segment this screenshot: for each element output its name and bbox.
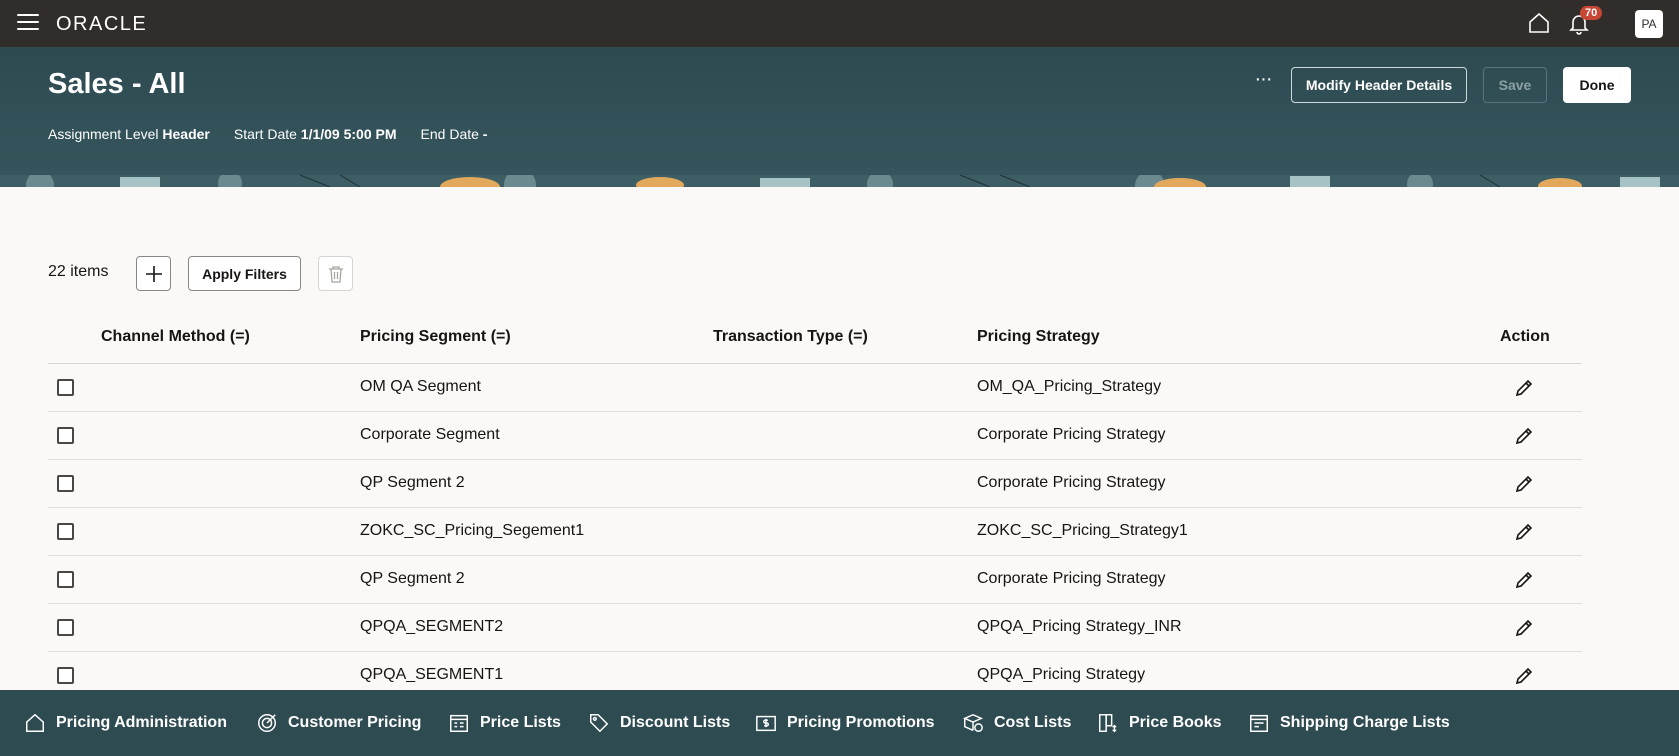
edit-icon[interactable] xyxy=(1514,570,1534,590)
nav-price-lists[interactable]: Price Lists xyxy=(448,712,561,734)
table-row[interactable]: QP Segment 2 Corporate Pricing Strategy xyxy=(48,460,1582,508)
bottom-navigation: Pricing Administration Customer Pricing … xyxy=(0,690,1679,756)
table-body: OM QA Segment OM_QA_Pricing_Strategy Corpo… xyxy=(48,364,1582,700)
notification-badge: 70 xyxy=(1580,6,1603,20)
end-date: End Date - xyxy=(421,126,488,142)
row-checkbox[interactable] xyxy=(57,667,74,684)
pricing-strategy-cell: Corporate Pricing Strategy xyxy=(977,474,1166,491)
nav-label: Pricing Administration xyxy=(56,714,227,731)
assignment-level: Assignment Level Header xyxy=(48,126,210,142)
pricing-segment-cell: QPQA_SEGMENT2 xyxy=(360,618,504,635)
pricing-strategy-cell: QPQA_Pricing Strategy xyxy=(977,666,1146,683)
nav-cost-lists[interactable]: Cost Lists xyxy=(962,712,1071,734)
pricing-strategy-cell: Corporate Pricing Strategy xyxy=(977,426,1166,443)
column-pricing-segment[interactable]: Pricing Segment (=) xyxy=(360,328,511,346)
nav-label: Price Books xyxy=(1129,714,1222,731)
start-date: Start Date 1/1/09 5:00 PM xyxy=(234,126,397,142)
pricing-strategy-cell: QPQA_Pricing Strategy_INR xyxy=(977,618,1182,635)
save-button: Save xyxy=(1483,67,1547,103)
edit-icon[interactable] xyxy=(1514,474,1534,494)
pricing-strategy-cell: ZOKC_SC_Pricing_Strategy1 xyxy=(977,522,1188,539)
column-transaction-type[interactable]: Transaction Type (=) xyxy=(713,328,868,346)
decorative-banner xyxy=(0,175,1679,187)
page-title: Sales - All xyxy=(48,68,186,100)
nav-pricing-administration[interactable]: Pricing Administration xyxy=(24,712,227,734)
table-row[interactable]: QP Segment 2 Corporate Pricing Strategy xyxy=(48,556,1582,604)
table-row[interactable]: QPQA_SEGMENT2 QPQA_Pricing Strategy_INR xyxy=(48,604,1582,652)
nav-label: Price Lists xyxy=(480,714,561,731)
edit-icon[interactable] xyxy=(1514,618,1534,638)
pricing-strategy-cell: OM_QA_Pricing_Strategy xyxy=(977,378,1162,395)
row-checkbox[interactable] xyxy=(57,619,74,636)
table-row[interactable]: OM QA Segment OM_QA_Pricing_Strategy xyxy=(48,364,1582,412)
oracle-logo[interactable]: ORACLE xyxy=(56,13,147,36)
modify-header-button[interactable]: Modify Header Details xyxy=(1291,67,1467,103)
edit-icon[interactable] xyxy=(1514,522,1534,542)
row-checkbox[interactable] xyxy=(57,427,74,444)
pricing-segment-cell: Corporate Segment xyxy=(360,426,500,443)
nav-discount-lists[interactable]: Discount Lists xyxy=(588,712,730,734)
target-icon xyxy=(258,714,276,732)
nav-label: Cost Lists xyxy=(994,714,1072,731)
pricing-segment-cell: OM QA Segment xyxy=(360,378,481,395)
nav-label: Pricing Promotions xyxy=(787,714,935,731)
column-action: Action xyxy=(1500,328,1550,345)
pricing-segment-cell: QP Segment 2 xyxy=(360,474,465,491)
header-meta: Assignment Level Header Start Date 1/1/0… xyxy=(48,126,487,142)
end-date-value: - xyxy=(482,126,488,142)
start-date-value: 1/1/09 5:00 PM xyxy=(300,126,397,142)
pricing-segment-cell: QPQA_SEGMENT1 xyxy=(360,666,504,683)
plus-icon xyxy=(145,265,162,282)
assignment-value: Header xyxy=(162,126,210,142)
delete-button xyxy=(318,256,353,291)
assignment-label: Assignment Level xyxy=(48,126,159,142)
trash-icon xyxy=(328,265,343,283)
menu-icon[interactable] xyxy=(17,14,39,32)
edit-icon[interactable] xyxy=(1514,426,1534,446)
book-icon xyxy=(1099,714,1117,733)
shipping-icon xyxy=(1250,714,1268,732)
add-button[interactable] xyxy=(136,256,171,291)
page-header: Sales - All Assignment Level Header Star… xyxy=(0,47,1679,175)
home-icon xyxy=(26,713,44,732)
column-pricing-strategy[interactable]: Pricing Strategy xyxy=(977,328,1100,346)
row-checkbox[interactable] xyxy=(57,571,74,588)
row-checkbox[interactable] xyxy=(57,475,74,492)
nav-label: Customer Pricing xyxy=(288,714,422,731)
price-list-icon xyxy=(450,714,468,732)
cost-icon xyxy=(962,713,984,732)
assignments-table: Channel Method (=) Pricing Segment (=) T… xyxy=(48,315,1582,700)
pricing-segment-cell: ZOKC_SC_Pricing_Segement1 xyxy=(360,522,585,539)
table-row[interactable]: ZOKC_SC_Pricing_Segement1 ZOKC_SC_Pricing… xyxy=(48,508,1582,556)
home-icon[interactable] xyxy=(1527,11,1551,35)
nav-customer-pricing[interactable]: Customer Pricing xyxy=(256,712,421,734)
pricing-strategy-cell: Corporate Pricing Strategy xyxy=(977,570,1166,587)
table-row[interactable]: Corporate Segment Corporate Pricing Strat… xyxy=(48,412,1582,460)
nav-pricing-promotions[interactable]: Pricing Promotions xyxy=(755,712,935,734)
row-checkbox[interactable] xyxy=(57,379,74,396)
avatar[interactable]: PA xyxy=(1635,10,1663,38)
column-channel-method[interactable]: Channel Method (=) xyxy=(101,328,250,346)
apply-filters-button[interactable]: Apply Filters xyxy=(188,256,301,291)
nav-label: Shipping Charge Lists xyxy=(1280,714,1450,731)
pricing-segment-cell: QP Segment 2 xyxy=(360,570,465,587)
nav-label: Discount Lists xyxy=(620,714,731,731)
table-header: Channel Method (=) Pricing Segment (=) T… xyxy=(48,315,1582,364)
done-button[interactable]: Done xyxy=(1563,67,1631,103)
start-date-label: Start Date xyxy=(233,126,297,142)
edit-icon[interactable] xyxy=(1514,378,1534,398)
item-count: 22 items xyxy=(48,263,109,280)
dollar-icon xyxy=(756,715,776,732)
row-checkbox[interactable] xyxy=(57,523,74,540)
edit-icon[interactable] xyxy=(1514,666,1534,686)
nav-shipping-charge-lists[interactable]: Shipping Charge Lists xyxy=(1248,712,1450,734)
nav-price-books[interactable]: Price Books xyxy=(1097,712,1221,734)
top-bar: ORACLE 70 PA xyxy=(0,0,1679,47)
more-actions-button[interactable]: ··· xyxy=(1250,69,1276,95)
end-date-label: End Date xyxy=(420,126,479,142)
tag-icon xyxy=(590,714,609,733)
